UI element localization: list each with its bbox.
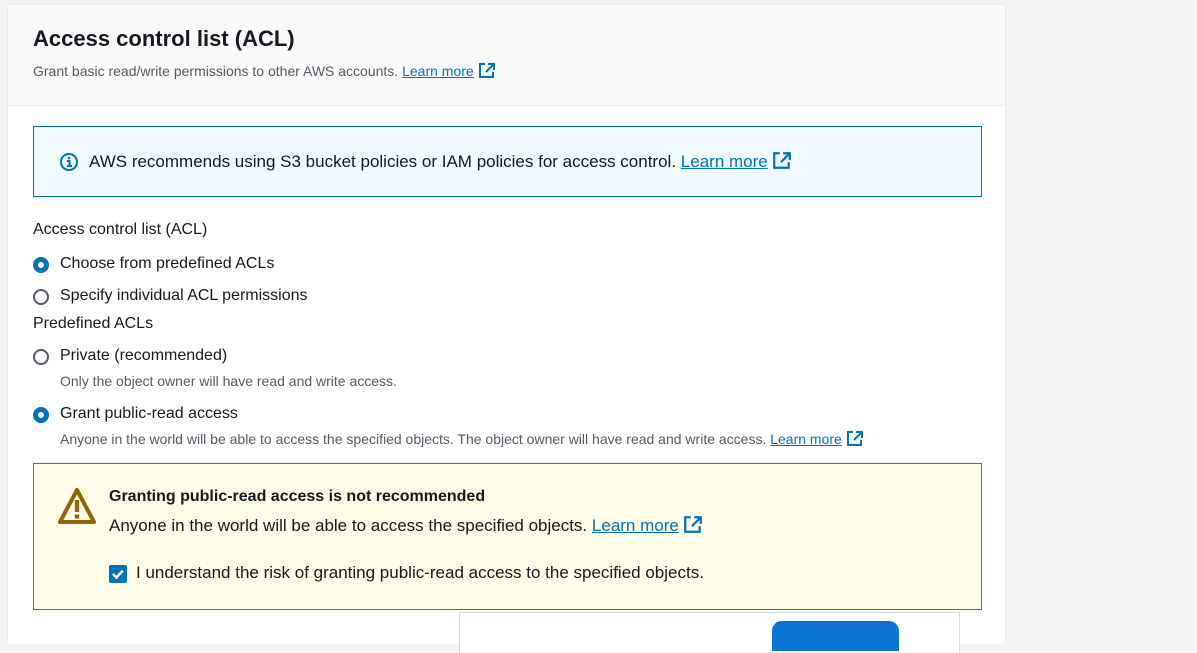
warning-text: Anyone in the world will be able to acce… (109, 516, 588, 535)
public-read-learn-more-label: Learn more (770, 431, 842, 447)
radio-public-read[interactable] (33, 407, 49, 423)
warning-title: Granting public-read access is not recom… (109, 488, 486, 505)
radio-predefined-acls[interactable] (33, 257, 49, 273)
acknowledge-checkbox-label[interactable]: I understand the risk of granting public… (136, 563, 704, 583)
warning-text-row: Anyone in the world will be able to acce… (109, 515, 703, 536)
bottom-card (459, 612, 960, 653)
radio-public-read-description: Anyone in the world will be able to acce… (60, 431, 767, 447)
warning-learn-more-label: Learn more (591, 516, 679, 535)
header-learn-more-label: Learn more (402, 63, 474, 79)
panel-subtitle: Grant basic read/write permissions to ot… (33, 62, 496, 79)
panel-title: Access control list (ACL) (33, 26, 295, 51)
info-learn-more-link[interactable]: Learn more (681, 152, 792, 171)
radio-private-description: Only the object owner will have read and… (60, 373, 397, 389)
public-read-learn-more-link[interactable]: Learn more (770, 431, 864, 447)
panel-subtitle-text: Grant basic read/write permissions to ot… (33, 63, 399, 79)
external-link-icon (772, 152, 791, 169)
warning-alert: Granting public-read access is not recom… (33, 463, 982, 610)
external-link-icon (683, 516, 702, 533)
info-alert-text: AWS recommends using S3 bucket policies … (89, 151, 792, 172)
panel-header: Access control list (ACL) Grant basic re… (8, 5, 1005, 106)
radio-predefined-acls-label[interactable]: Choose from predefined ACLs (60, 255, 274, 273)
external-link-icon (478, 63, 495, 78)
acknowledge-checkbox[interactable] (109, 565, 127, 583)
checkmark-icon (112, 569, 124, 580)
radio-public-read-label[interactable]: Grant public-read access (60, 405, 238, 423)
radio-individual-acl-label[interactable]: Specify individual ACL permissions (60, 287, 308, 305)
info-learn-more-label: Learn more (680, 152, 768, 171)
acl-group-label: Access control list (ACL) (33, 221, 208, 238)
radio-public-read-description-row: Anyone in the world will be able to acce… (60, 430, 864, 447)
header-learn-more-link[interactable]: Learn more (402, 63, 496, 79)
acl-panel: Access control list (ACL) Grant basic re… (7, 4, 1006, 653)
radio-private-label[interactable]: Private (recommended) (60, 347, 227, 365)
info-alert: AWS recommends using S3 bucket policies … (33, 126, 982, 197)
predefined-acls-label: Predefined ACLs (33, 315, 154, 332)
radio-individual-acl[interactable] (33, 289, 49, 305)
info-icon (60, 153, 78, 171)
primary-button[interactable] (772, 621, 899, 651)
warning-icon (58, 488, 96, 524)
info-alert-message: AWS recommends using S3 bucket policies … (89, 152, 677, 171)
external-link-icon (846, 431, 863, 446)
warning-learn-more-link[interactable]: Learn more (592, 516, 703, 535)
radio-private[interactable] (33, 349, 49, 365)
